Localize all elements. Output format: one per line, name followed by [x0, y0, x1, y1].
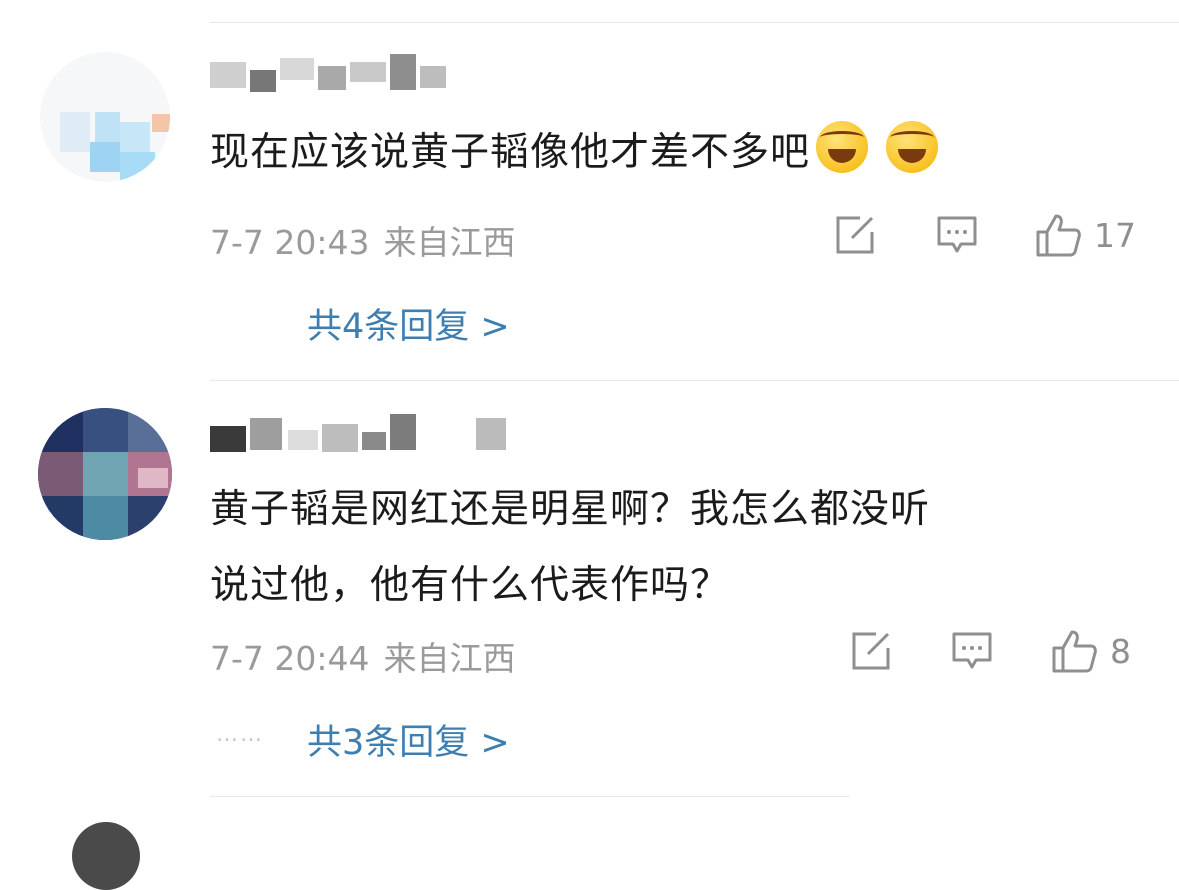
top-divider	[210, 22, 1179, 23]
username[interactable]	[210, 412, 510, 456]
like-button[interactable]: 8	[1050, 628, 1131, 674]
comment-divider	[210, 380, 1179, 381]
like-count: 8	[1110, 631, 1131, 671]
avatar[interactable]	[72, 822, 140, 890]
comment-text: 现在应该说黄子韬像他才差不多吧	[210, 120, 939, 186]
username[interactable]	[210, 52, 470, 96]
location: 来自江西	[383, 639, 516, 678]
avatar[interactable]	[40, 52, 170, 182]
comment-icon	[937, 216, 977, 253]
comment-text-line: 说过他，他有什么代表作吗？	[210, 563, 731, 608]
share-edit-icon	[852, 632, 890, 670]
share-edit-icon	[836, 216, 874, 254]
share-button[interactable]	[850, 630, 892, 672]
comment-button[interactable]	[936, 214, 978, 256]
thumbs-up-icon	[1052, 630, 1097, 673]
like-count: 17	[1094, 215, 1136, 255]
comment-text: 黄子韬是网红还是明星啊？我怎么都没听 说过他，他有什么代表作吗？	[210, 477, 930, 619]
thumbs-up-icon	[1036, 214, 1081, 257]
comment-meta: 7-7 20:44 来自江西	[210, 632, 516, 680]
comment-button[interactable]	[951, 630, 993, 672]
laugh-cry-emoji-icon	[816, 121, 869, 173]
avatar[interactable]	[38, 408, 172, 540]
comment-meta: 7-7 20:43 来自江西	[210, 216, 516, 264]
reply-dots: ……	[216, 722, 264, 747]
like-button[interactable]: 17	[1034, 212, 1136, 258]
location: 来自江西	[383, 223, 516, 262]
timestamp: 7-7 20:43	[210, 223, 370, 262]
comment-divider	[210, 796, 850, 797]
view-replies-link[interactable]: 共4条回复 >	[307, 298, 510, 349]
share-button[interactable]	[834, 214, 876, 256]
view-replies-link[interactable]: 共3条回复 >	[307, 714, 510, 765]
comment-text-line: 现在应该说黄子韬像他才差不多吧	[210, 130, 811, 175]
laugh-cry-emoji-icon	[886, 121, 939, 173]
comment-text-line: 黄子韬是网红还是明星啊？我怎么都没听	[210, 487, 931, 532]
comment-icon	[952, 632, 992, 669]
timestamp: 7-7 20:44	[210, 639, 370, 678]
